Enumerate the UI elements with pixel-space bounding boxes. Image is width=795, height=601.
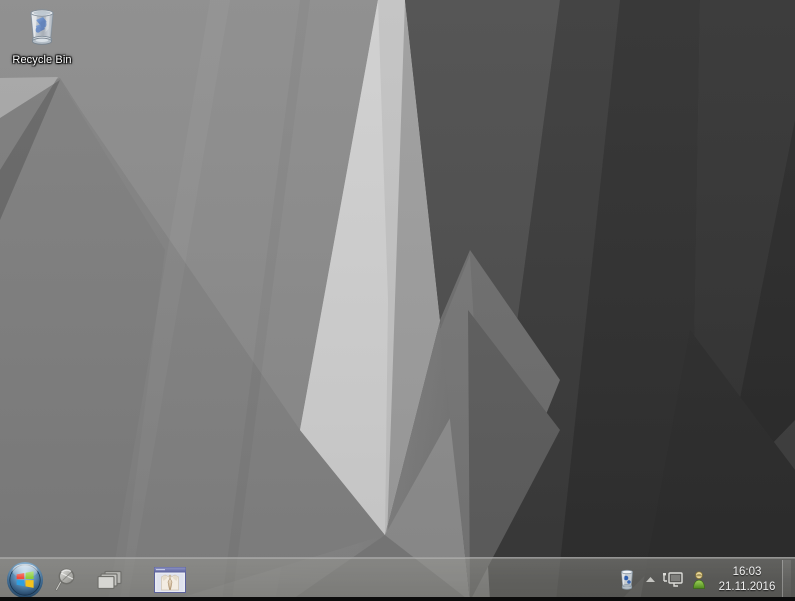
windows-start-orb-icon <box>7 561 43 598</box>
tray-icon-recycle-bin[interactable] <box>614 564 640 596</box>
taskbar-clock[interactable]: 16:03 21.11.2016 <box>716 565 778 595</box>
tray-show-hidden-icons-button[interactable] <box>640 564 660 596</box>
windows-stack-icon <box>97 570 122 589</box>
desktop-screen: Recycle Bin 16:03 21.11.2016 <box>0 0 795 601</box>
picture-window-icon <box>154 566 186 593</box>
system-tray: 16:03 21.11.2016 <box>614 559 795 600</box>
network-monitor-icon <box>663 571 683 587</box>
user-person-icon <box>693 570 705 589</box>
chevron-up-icon <box>645 577 655 582</box>
start-button[interactable] <box>6 561 44 599</box>
clock-date: 21.11.2016 <box>718 580 776 593</box>
tray-icon-action-center[interactable] <box>686 564 712 596</box>
magnifier-icon <box>55 568 75 591</box>
taskbar-task-image-viewer[interactable] <box>146 560 194 600</box>
desktop-icon-recycle-bin[interactable]: Recycle Bin <box>4 4 80 68</box>
recycle-bin-icon <box>4 4 80 50</box>
taskbar-search-button[interactable] <box>44 560 88 600</box>
desktop-icon-label: Recycle Bin <box>12 54 72 66</box>
clock-time: 16:03 <box>732 565 762 578</box>
desktop-icon-layer: Recycle Bin <box>0 0 795 557</box>
show-desktop-button[interactable] <box>782 559 791 600</box>
taskbar-switch-windows-button[interactable] <box>88 560 132 600</box>
tray-icon-network[interactable] <box>660 564 686 596</box>
recycle-bin-icon <box>621 569 633 590</box>
taskbar: 16:03 21.11.2016 <box>0 557 795 601</box>
